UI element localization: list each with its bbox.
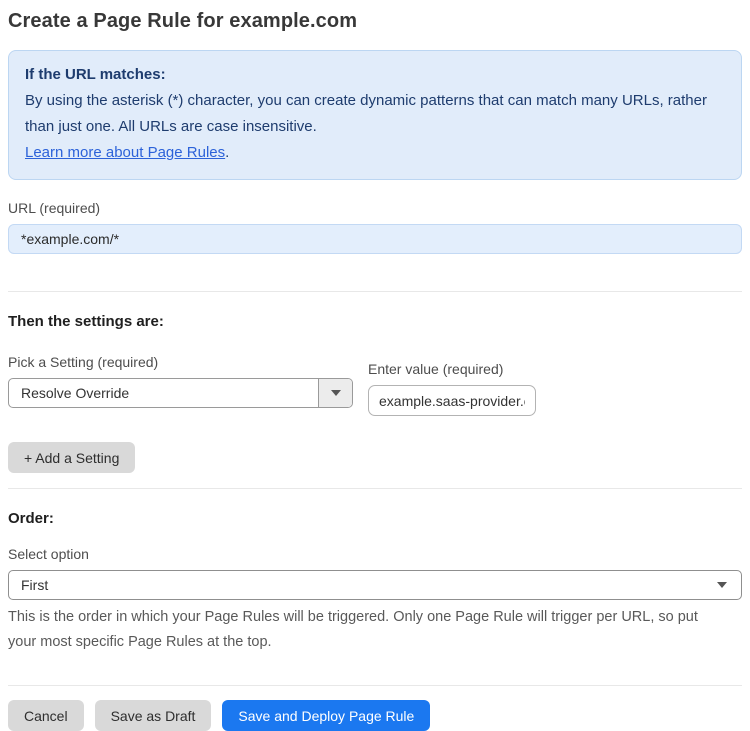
footer-button-row: Cancel Save as Draft Save and Deploy Pag… xyxy=(8,700,742,731)
link-suffix: . xyxy=(225,144,230,161)
setting-value-column: Enter value (required) xyxy=(368,361,536,416)
chevron-down-icon xyxy=(717,582,727,588)
cancel-button[interactable]: Cancel xyxy=(8,700,84,731)
setting-value-label: Enter value (required) xyxy=(368,361,504,377)
info-box-link-line: Learn more about Page Rules. xyxy=(25,140,725,166)
setting-select[interactable]: Resolve Override xyxy=(8,378,353,408)
save-as-draft-button[interactable]: Save as Draft xyxy=(94,700,212,731)
divider xyxy=(8,291,742,292)
info-box-body: By using the asterisk (*) character, you… xyxy=(25,92,707,135)
setting-picker-label: Pick a Setting (required) xyxy=(8,354,159,370)
create-page-rule-form: Create a Page Rule for example.com If th… xyxy=(0,0,750,731)
url-input[interactable] xyxy=(8,224,742,254)
divider xyxy=(8,488,742,489)
setting-value-input[interactable] xyxy=(368,385,536,416)
url-field-label: URL (required) xyxy=(8,200,101,216)
divider xyxy=(8,685,742,686)
info-box-heading: If the URL matches: xyxy=(25,66,166,83)
add-setting-button[interactable]: + Add a Setting xyxy=(8,442,136,473)
learn-more-link[interactable]: Learn more about Page Rules xyxy=(25,144,225,161)
url-match-info-box: If the URL matches: By using the asteris… xyxy=(8,50,742,180)
order-section-heading: Order: xyxy=(8,510,54,527)
page-title: Create a Page Rule for example.com xyxy=(8,10,358,32)
settings-section-heading: Then the settings are: xyxy=(8,313,164,330)
order-help-text: This is the order in which your Page Rul… xyxy=(8,609,698,650)
save-and-deploy-button[interactable]: Save and Deploy Page Rule xyxy=(222,700,431,731)
setting-select-arrow-button[interactable] xyxy=(318,379,352,407)
setting-select-value: Resolve Override xyxy=(21,385,130,401)
chevron-down-icon xyxy=(330,390,341,396)
setting-picker-column: Pick a Setting (required) Resolve Overri… xyxy=(8,354,368,408)
settings-row: Pick a Setting (required) Resolve Overri… xyxy=(8,354,742,416)
order-select[interactable]: First xyxy=(8,570,742,600)
order-select-value: First xyxy=(21,577,49,593)
order-select-label: Select option xyxy=(8,546,89,562)
